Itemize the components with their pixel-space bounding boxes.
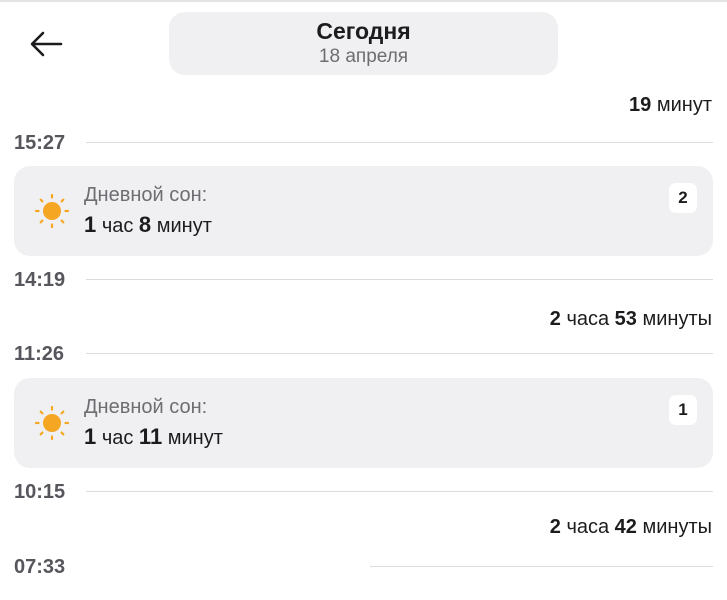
awake-duration: 2 часа 53 минуты — [550, 308, 712, 331]
duration-hours-unit: часа — [566, 516, 610, 538]
sleep-timeline-screen: Сегодня 18 апреля 19 минут 15:27 Дневной… — [0, 0, 727, 600]
sleep-type-label: Дневной сон: — [84, 396, 208, 418]
sleep-index-badge: 1 — [669, 395, 697, 425]
daytime-sleep-card[interactable]: Дневной сон: 1 час 8 минут 2 — [14, 166, 713, 256]
time-divider — [86, 142, 713, 143]
sun-icon — [34, 405, 70, 441]
duration-minutes-value: 42 — [614, 516, 637, 538]
minutes-unit: минут — [167, 427, 223, 449]
time-divider — [370, 566, 713, 567]
hours-value: 1 — [84, 424, 97, 449]
minutes-unit: минут — [156, 215, 212, 237]
arrow-left-icon — [30, 31, 63, 57]
duration-minutes-unit: минут — [656, 94, 712, 116]
awake-duration: 19 минут — [629, 94, 712, 117]
sleep-index-badge: 2 — [669, 183, 697, 213]
duration-minutes-value: 53 — [614, 308, 637, 330]
awake-duration: 2 часа 42 минуты — [550, 516, 712, 539]
daytime-sleep-card[interactable]: Дневной сон: 1 час 11 минут 1 — [14, 378, 713, 468]
back-button[interactable] — [24, 24, 68, 64]
time-marker: 15:27 — [14, 130, 713, 156]
minutes-value: 11 — [138, 424, 163, 449]
top-divider — [0, 0, 727, 2]
minutes-value: 8 — [138, 212, 152, 237]
date-selector[interactable]: Сегодня 18 апреля — [169, 12, 558, 75]
sun-icon — [34, 193, 70, 229]
hours-unit: час — [101, 215, 134, 237]
time-divider — [86, 491, 713, 492]
time-marker: 07:33 — [14, 554, 713, 580]
time-label: 07:33 — [14, 556, 66, 578]
time-label: 14:19 — [14, 269, 66, 291]
time-divider — [86, 353, 713, 354]
sleep-duration: 1 час 11 минут — [84, 424, 223, 450]
time-marker: 10:15 — [14, 479, 713, 505]
sleep-duration: 1 час 8 минут — [84, 212, 212, 238]
time-marker: 11:26 — [14, 341, 713, 367]
duration-hours-value: 2 — [549, 308, 561, 330]
duration-minutes-value: 19 — [629, 94, 652, 116]
date-subtitle: 18 апреля — [318, 46, 409, 67]
time-label: 10:15 — [14, 481, 66, 503]
duration-minutes-unit: минуты — [642, 516, 712, 538]
duration-minutes-unit: минуты — [642, 308, 712, 330]
page-title: Сегодня — [316, 18, 411, 44]
time-divider — [86, 279, 713, 280]
time-label: 11:26 — [14, 343, 65, 365]
hours-unit: час — [101, 427, 134, 449]
duration-hours-value: 2 — [549, 516, 561, 538]
sleep-type-label: Дневной сон: — [84, 184, 208, 206]
time-label: 15:27 — [14, 132, 66, 154]
hours-value: 1 — [84, 212, 97, 237]
duration-hours-unit: часа — [566, 308, 610, 330]
time-marker: 14:19 — [14, 267, 713, 293]
